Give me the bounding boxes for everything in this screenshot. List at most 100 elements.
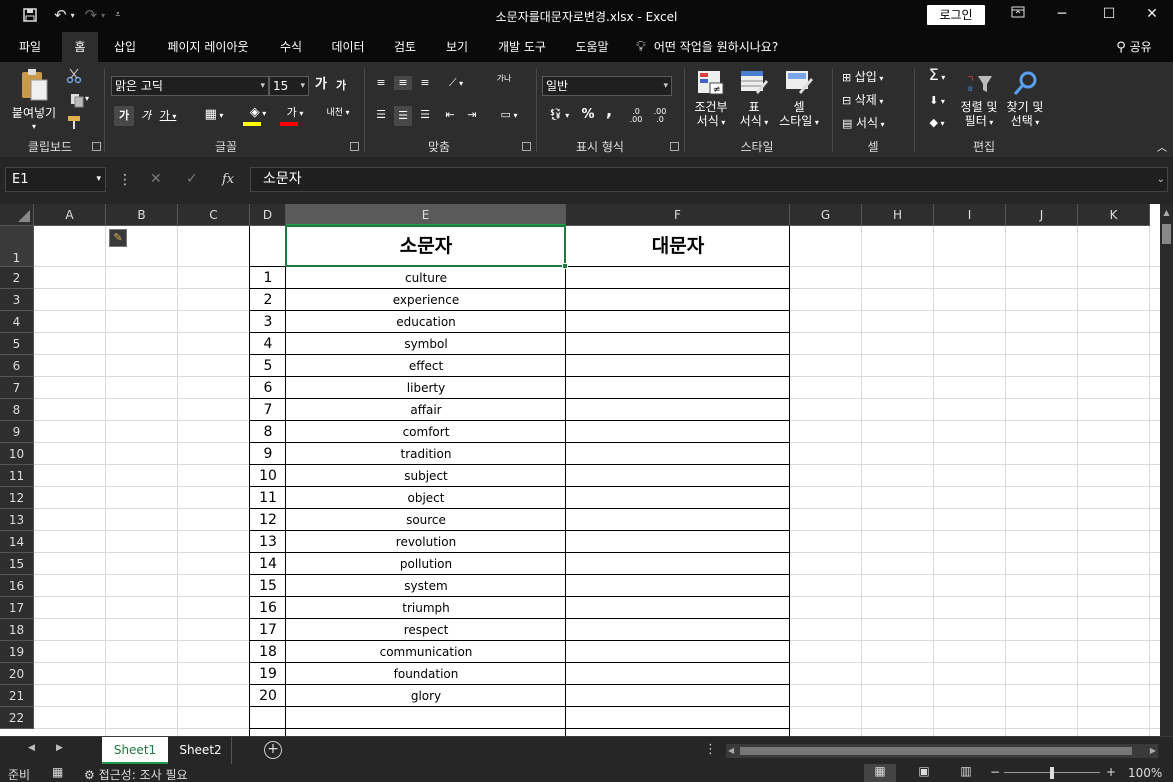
number-launcher-icon[interactable] <box>670 142 679 151</box>
horizontal-scrollbar[interactable]: ◀ ▶ <box>726 744 1158 758</box>
row-header[interactable]: 21 <box>0 685 34 707</box>
word-cell[interactable]: pollution <box>286 553 566 575</box>
fill-color-button[interactable]: ◈ ▾ <box>243 106 273 126</box>
index-cell[interactable]: 1 <box>250 267 286 289</box>
currency-icon[interactable]: 💱︎ ▾ <box>544 108 574 123</box>
sheet-tab-sheet1[interactable]: Sheet1 <box>102 737 168 764</box>
row-header[interactable]: 6 <box>0 355 34 377</box>
tab-review[interactable]: 검토 <box>386 32 424 62</box>
index-cell[interactable]: 2 <box>250 289 286 311</box>
tab-view[interactable]: 보기 <box>438 32 476 62</box>
word-cell[interactable]: effect <box>286 355 566 377</box>
word-cell[interactable]: subject <box>286 465 566 487</box>
tab-options-icon[interactable]: ⋮ <box>704 742 717 757</box>
insert-cells-button[interactable]: ⊞ 삽입 ▾ <box>842 70 906 86</box>
tab-file[interactable]: 파일 <box>8 32 52 62</box>
decrease-decimal-icon[interactable]: .00.0 <box>652 108 668 124</box>
chevron-down-icon[interactable]: ⌄ <box>1157 168 1165 191</box>
column-header-i[interactable]: I <box>934 204 1006 226</box>
row-header[interactable]: 18 <box>0 619 34 641</box>
accessibility-status[interactable]: ⚙ 접근성: 조사 필요 <box>84 766 188 782</box>
cancel-entry-icon[interactable]: ✕ <box>150 171 162 187</box>
copy-icon[interactable]: ▾ <box>64 92 94 112</box>
ribbon-display-icon[interactable] <box>1006 6 1030 26</box>
index-cell[interactable]: 20 <box>250 685 286 707</box>
number-format-select[interactable]: 일반 ▾ <box>542 76 672 96</box>
login-button[interactable]: 로그인 <box>927 5 985 25</box>
index-cell[interactable]: 18 <box>250 641 286 663</box>
share-button[interactable]: ⚲ 공유 <box>1106 32 1162 62</box>
add-sheet-button[interactable]: + <box>264 741 282 759</box>
row-header[interactable]: 19 <box>0 641 34 663</box>
tab-formulas[interactable]: 수식 <box>272 32 310 62</box>
format-painter-icon[interactable] <box>64 114 84 134</box>
comma-button[interactable]: , <box>603 103 615 119</box>
wrap-text-button[interactable]: 가나 <box>494 74 514 83</box>
align-right-icon[interactable]: ☰ <box>416 108 434 122</box>
scroll-up-icon[interactable]: ▲ <box>1162 208 1171 218</box>
zoom-in-button[interactable]: + <box>1106 765 1116 779</box>
minimize-button[interactable]: ─ <box>1050 6 1074 26</box>
index-cell[interactable]: 4 <box>250 333 286 355</box>
word-cell[interactable]: liberty <box>286 377 566 399</box>
bold-button[interactable]: 가 <box>114 106 134 126</box>
fill-icon[interactable]: ⬇ ▾ <box>922 94 952 109</box>
formula-input[interactable]: 소문자 ⌄ <box>250 167 1168 192</box>
delete-cells-button[interactable]: ⊟ 삭제 ▾ <box>842 93 906 109</box>
column-header-e[interactable]: E <box>286 204 566 226</box>
row-header[interactable]: 14 <box>0 531 34 553</box>
index-cell[interactable]: 10 <box>250 465 286 487</box>
index-cell[interactable]: 7 <box>250 399 286 421</box>
column-header-k[interactable]: K <box>1078 204 1150 226</box>
index-cell[interactable]: 8 <box>250 421 286 443</box>
row-header[interactable]: 2 <box>0 267 34 289</box>
alignment-launcher-icon[interactable] <box>522 142 531 151</box>
column-header-d[interactable]: D <box>250 204 286 226</box>
name-box[interactable]: E1 ▾ <box>5 167 106 192</box>
font-size-select[interactable]: 15 ▾ <box>269 76 309 96</box>
word-cell[interactable]: respect <box>286 619 566 641</box>
index-cell[interactable]: 14 <box>250 553 286 575</box>
index-cell[interactable]: 9 <box>250 443 286 465</box>
column-header-h[interactable]: H <box>862 204 934 226</box>
paint-brush-icon[interactable]: ✎ <box>109 229 127 247</box>
align-center-icon[interactable]: ☰ <box>394 106 412 126</box>
word-cell[interactable]: comfort <box>286 421 566 443</box>
merge-center-icon[interactable]: ▭ ▾ <box>494 108 524 123</box>
index-cell[interactable]: 5 <box>250 355 286 377</box>
vertical-scrollbar[interactable]: ▲ <box>1160 204 1173 736</box>
insert-function-icon[interactable]: fx <box>222 172 234 187</box>
row-header[interactable]: 20 <box>0 663 34 685</box>
zoom-out-button[interactable]: − <box>990 765 1000 779</box>
column-header-c[interactable]: C <box>178 204 250 226</box>
borders-button[interactable]: ▦ ▾ <box>200 108 228 123</box>
align-left-icon[interactable]: ☰ <box>372 108 390 122</box>
orientation-icon[interactable]: ⟋ ▾ <box>442 76 470 91</box>
prev-sheet-icon[interactable]: ◀ <box>28 743 35 753</box>
row-header[interactable]: 9 <box>0 421 34 443</box>
tab-page-layout[interactable]: 페이지 레이아웃 <box>158 32 258 62</box>
index-cell[interactable]: 16 <box>250 597 286 619</box>
row-header[interactable]: 17 <box>0 597 34 619</box>
row-header[interactable]: 3 <box>0 289 34 311</box>
index-cell[interactable]: 11 <box>250 487 286 509</box>
align-bottom-icon[interactable]: ≡ <box>416 76 434 90</box>
word-cell[interactable]: education <box>286 311 566 333</box>
column-header-a[interactable]: A <box>34 204 106 226</box>
align-middle-icon[interactable]: ≡ <box>394 76 412 90</box>
sort-filter-button[interactable]: ㄱㅎ 정렬 및 필터 ▾ <box>956 70 1002 130</box>
index-cell[interactable]: 3 <box>250 311 286 333</box>
index-cell[interactable]: 19 <box>250 663 286 685</box>
row-header[interactable]: 10 <box>0 443 34 465</box>
word-cell[interactable]: object <box>286 487 566 509</box>
word-cell[interactable]: tradition <box>286 443 566 465</box>
clear-icon[interactable]: ◆ ▾ <box>922 116 952 131</box>
column-header-g[interactable]: G <box>790 204 862 226</box>
tab-data[interactable]: 데이터 <box>324 32 372 62</box>
zoom-slider-thumb[interactable] <box>1050 767 1054 779</box>
spreadsheet-grid[interactable]: A B C D E F G H I J K 1 2 3 4 5 6 7 8 9 10 11 12 13 14 15 16 17 18 19… <box>0 204 1160 736</box>
row-header[interactable]: 7 <box>0 377 34 399</box>
percent-button[interactable]: % <box>580 108 596 122</box>
word-cell[interactable]: foundation <box>286 663 566 685</box>
increase-decimal-icon[interactable]: .0.00 <box>628 108 644 124</box>
